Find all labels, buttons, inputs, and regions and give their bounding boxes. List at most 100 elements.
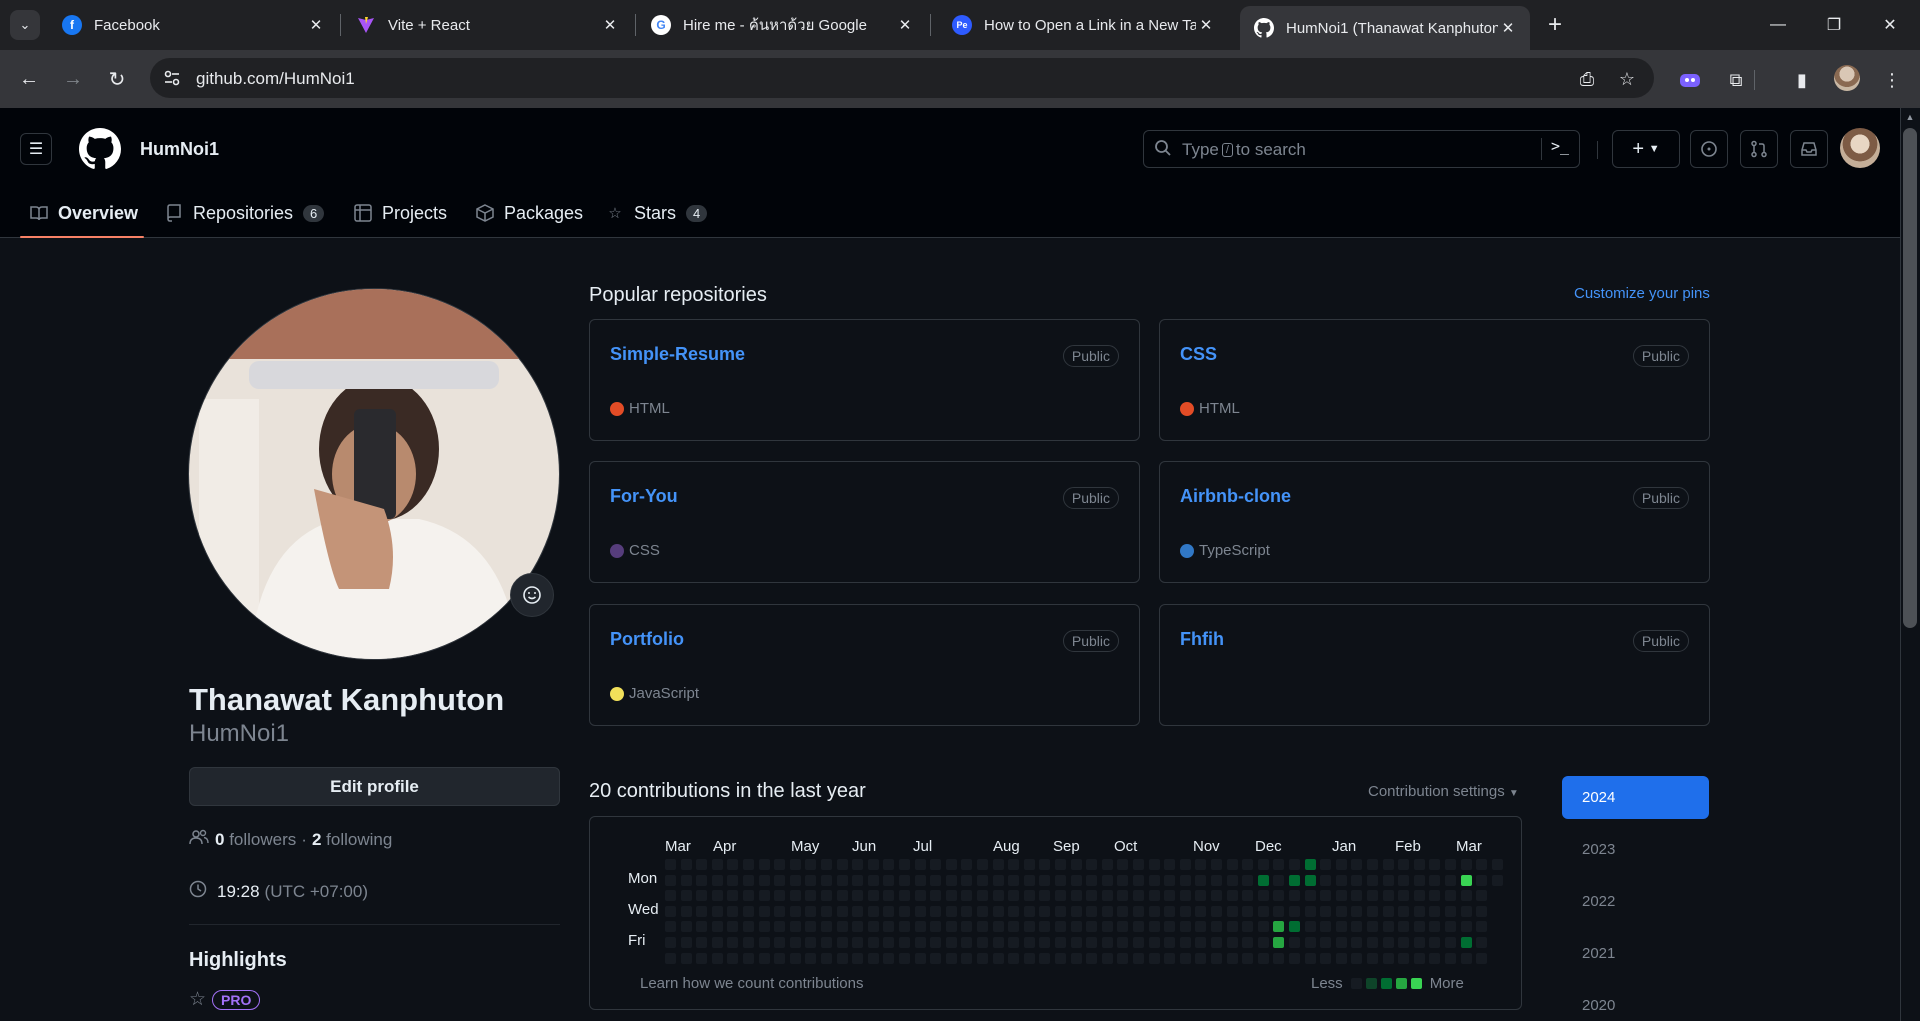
contribution-day-cell[interactable] — [1242, 859, 1254, 870]
contribution-day-cell[interactable] — [1242, 921, 1254, 933]
contribution-day-cell[interactable] — [805, 937, 817, 948]
create-new-button[interactable]: + ▼ — [1612, 130, 1680, 168]
contribution-day-cell[interactable] — [789, 952, 801, 964]
contribution-day-cell[interactable] — [1398, 874, 1410, 886]
contribution-day-cell[interactable] — [1367, 890, 1378, 902]
contribution-day-cell[interactable] — [665, 921, 676, 933]
contribution-day-cell[interactable] — [1460, 905, 1472, 917]
contribution-day-cell[interactable] — [743, 890, 754, 902]
contribution-day-cell[interactable] — [1351, 937, 1363, 948]
contribution-day-cell[interactable] — [1164, 874, 1176, 886]
contribution-day-cell[interactable] — [899, 890, 910, 902]
contribution-day-cell[interactable] — [930, 859, 942, 870]
bookmark-star-icon[interactable]: ☆ — [1614, 66, 1640, 92]
tab-packages[interactable]: Packages — [476, 190, 583, 236]
contribution-day-cell[interactable] — [867, 874, 879, 886]
contribution-day-cell[interactable] — [1320, 937, 1332, 948]
contribution-day-cell[interactable] — [1226, 874, 1238, 886]
contribution-day-cell[interactable] — [1367, 874, 1378, 886]
contribution-day-cell[interactable] — [1476, 905, 1488, 917]
contribution-day-cell[interactable] — [1351, 859, 1363, 870]
contribution-day-cell[interactable] — [1398, 890, 1410, 902]
contribution-day-cell[interactable] — [727, 874, 739, 886]
contribution-day-cell[interactable] — [1413, 937, 1425, 948]
followers-link[interactable]: 0 followers — [215, 830, 296, 850]
contribution-day-cell[interactable] — [1117, 874, 1129, 886]
contribution-day-cell[interactable] — [774, 859, 786, 870]
omnibox[interactable]: github.com/HumNoi1 ⎙ ☆ — [150, 58, 1654, 98]
contribution-day-cell[interactable] — [1039, 874, 1051, 886]
contribution-day-cell[interactable] — [711, 905, 723, 917]
contribution-day-cell[interactable] — [1304, 921, 1316, 933]
contribution-day-cell[interactable] — [680, 890, 692, 902]
contribution-day-cell[interactable] — [1211, 859, 1222, 870]
contribution-day-cell[interactable] — [758, 952, 770, 964]
contribution-day-cell[interactable] — [867, 921, 879, 933]
contribution-day-cell[interactable] — [1367, 921, 1378, 933]
contribution-day-cell[interactable] — [1055, 921, 1066, 933]
contribution-day-cell[interactable] — [1070, 937, 1082, 948]
contribution-day-cell[interactable] — [1055, 890, 1066, 902]
new-tab-button[interactable]: + — [1540, 10, 1570, 40]
contribution-day-cell[interactable] — [867, 937, 879, 948]
contribution-day-cell[interactable] — [883, 952, 895, 964]
contribution-day-cell[interactable] — [1070, 921, 1082, 933]
contribution-day-cell[interactable] — [914, 905, 926, 917]
contribution-day-cell[interactable] — [992, 905, 1004, 917]
contribution-day-cell[interactable] — [1148, 921, 1160, 933]
contribution-day-cell[interactable] — [1382, 859, 1394, 870]
contribution-day-cell[interactable] — [1304, 937, 1316, 948]
contribution-day-cell[interactable] — [883, 859, 895, 870]
contribution-day-cell[interactable] — [1226, 905, 1238, 917]
contribution-day-cell[interactable] — [1055, 905, 1066, 917]
contribution-day-cell[interactable] — [1460, 890, 1472, 902]
install-app-icon[interactable]: ⎙ — [1574, 66, 1600, 92]
contribution-day-cell[interactable] — [914, 921, 926, 933]
contribution-day-cell[interactable] — [1367, 937, 1378, 948]
issues-icon[interactable] — [1690, 130, 1728, 168]
contribution-day-cell[interactable] — [1289, 921, 1300, 933]
contribution-day-cell[interactable] — [696, 874, 708, 886]
contribution-day-cell[interactable] — [1179, 874, 1191, 886]
contribution-day-cell[interactable] — [1289, 874, 1300, 886]
contribution-day-cell[interactable] — [1273, 952, 1285, 964]
browser-tab-vite[interactable]: Vite + React ✕ — [342, 8, 632, 42]
contribution-day-cell[interactable] — [945, 952, 957, 964]
contribution-day-cell[interactable] — [1445, 874, 1456, 886]
contribution-day-cell[interactable] — [992, 921, 1004, 933]
contribution-day-cell[interactable] — [758, 905, 770, 917]
contribution-day-cell[interactable] — [1382, 921, 1394, 933]
browser-tab-new-tab-article[interactable]: Pe How to Open a Link in a New Ta ✕ — [938, 8, 1228, 42]
contribution-day-cell[interactable] — [945, 921, 957, 933]
contribution-day-cell[interactable] — [758, 859, 770, 870]
contribution-day-cell[interactable] — [945, 874, 957, 886]
contribution-day-cell[interactable] — [1008, 874, 1020, 886]
contribution-day-cell[interactable] — [1086, 921, 1098, 933]
contribution-day-cell[interactable] — [977, 890, 988, 902]
contribution-day-cell[interactable] — [1335, 890, 1347, 902]
contribution-day-cell[interactable] — [852, 874, 864, 886]
contribution-day-cell[interactable] — [1211, 921, 1222, 933]
contribution-day-cell[interactable] — [1164, 859, 1176, 870]
contribution-day-cell[interactable] — [789, 937, 801, 948]
contribution-day-cell[interactable] — [977, 937, 988, 948]
contribution-day-cell[interactable] — [1070, 905, 1082, 917]
contribution-day-cell[interactable] — [867, 890, 879, 902]
contribution-day-cell[interactable] — [1257, 890, 1269, 902]
contribution-day-cell[interactable] — [1008, 859, 1020, 870]
contribution-day-cell[interactable] — [1382, 952, 1394, 964]
contribution-day-cell[interactable] — [1008, 921, 1020, 933]
contribution-day-cell[interactable] — [1039, 952, 1051, 964]
repo-link[interactable]: CSS — [1180, 344, 1217, 365]
contribution-day-cell[interactable] — [1164, 905, 1176, 917]
contribution-day-cell[interactable] — [1413, 874, 1425, 886]
close-icon[interactable]: ✕ — [600, 16, 620, 34]
contribution-day-cell[interactable] — [1398, 905, 1410, 917]
contribution-day-cell[interactable] — [836, 874, 848, 886]
contribution-day-cell[interactable] — [836, 890, 848, 902]
contribution-day-cell[interactable] — [852, 937, 864, 948]
contribution-day-cell[interactable] — [836, 952, 848, 964]
contribution-day-cell[interactable] — [1211, 890, 1222, 902]
browser-tab-github[interactable]: HumNoi1 (Thanawat Kanphuton ✕ — [1240, 6, 1530, 50]
contribution-day-cell[interactable] — [1101, 890, 1113, 902]
